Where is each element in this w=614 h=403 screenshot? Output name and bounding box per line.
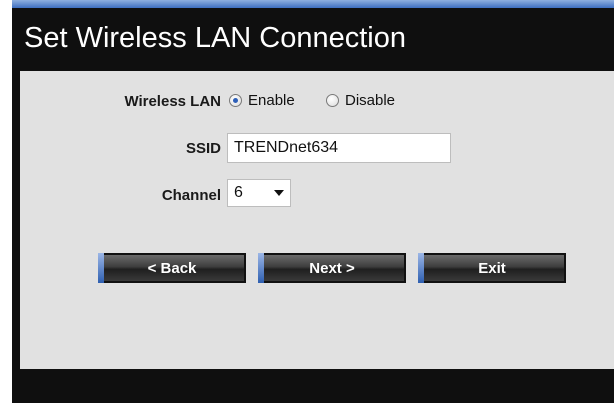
exit-button[interactable]: Exit bbox=[418, 253, 566, 283]
radio-dot bbox=[233, 98, 238, 103]
dialog-window: Set Wireless LAN Connection Wireless LAN… bbox=[12, 0, 614, 403]
channel-label: Channel bbox=[161, 187, 221, 204]
next-button-label: Next > bbox=[309, 259, 355, 277]
button-edge bbox=[98, 253, 104, 283]
channel-value: 6 bbox=[234, 184, 243, 201]
button-edge bbox=[258, 253, 264, 283]
ssid-label: SSID bbox=[185, 140, 221, 157]
wireless-lan-label: Wireless LAN bbox=[124, 93, 221, 110]
wireless-disable-label: Disable bbox=[345, 92, 396, 109]
channel-select[interactable]: 6 bbox=[227, 179, 291, 207]
next-button[interactable]: Next > bbox=[258, 253, 406, 283]
exit-button-label: Exit bbox=[478, 259, 506, 277]
radio-unselected-icon[interactable] bbox=[326, 94, 339, 107]
wireless-disable-option[interactable]: Disable bbox=[326, 92, 395, 109]
ssid-input[interactable]: TRENDnet634 bbox=[227, 133, 451, 163]
radio-selected-icon[interactable] bbox=[229, 94, 242, 107]
back-button-label: < Back bbox=[147, 259, 197, 277]
page-title: Set Wireless LAN Connection bbox=[24, 22, 406, 54]
wireless-enable-option[interactable]: Enable bbox=[229, 92, 295, 109]
wireless-enable-label: Enable bbox=[248, 92, 295, 109]
back-button[interactable]: < Back bbox=[98, 253, 246, 283]
chevron-down-icon[interactable] bbox=[274, 190, 284, 196]
button-edge bbox=[418, 253, 424, 283]
form-panel: Wireless LAN Enable Disable SSID TRENDne… bbox=[20, 71, 614, 369]
window-top-strip bbox=[12, 0, 614, 8]
